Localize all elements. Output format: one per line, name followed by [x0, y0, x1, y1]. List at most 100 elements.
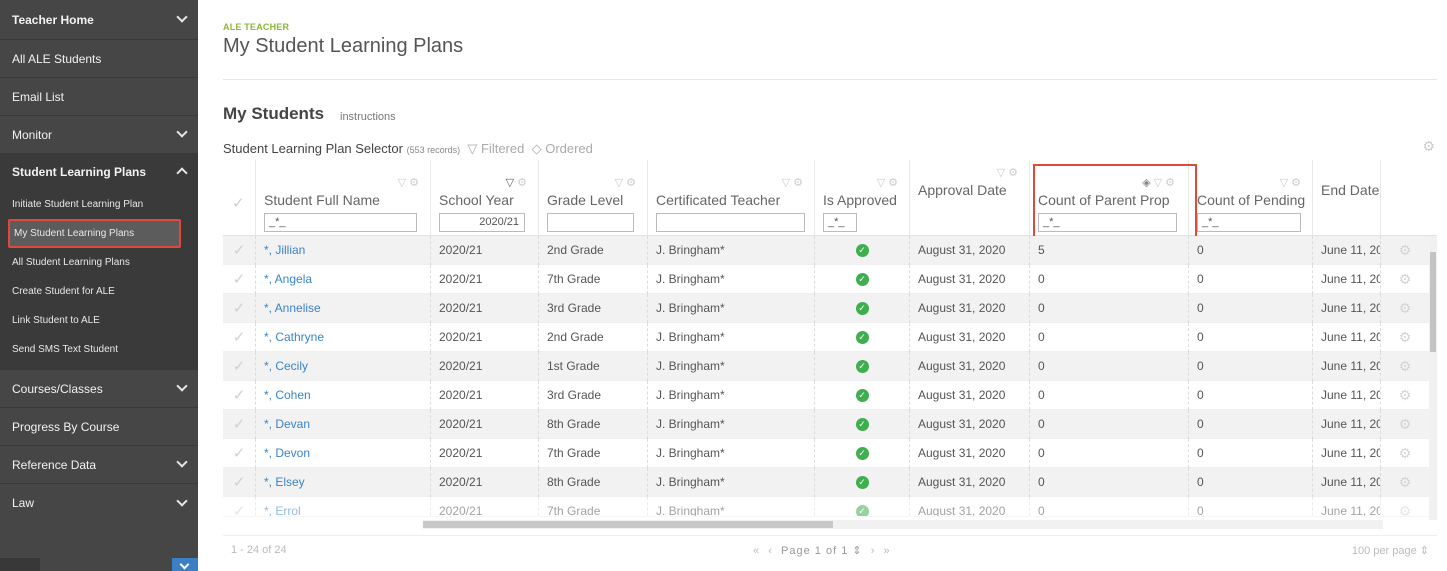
- row-gear[interactable]: ⚙: [1381, 236, 1429, 265]
- column-school-year[interactable]: ▽⚙ School Year 2020/21: [431, 160, 539, 236]
- table-row[interactable]: ✓ *, Jillian 2020/21 2nd Grade J. Bringham* ✓…: [223, 236, 1437, 265]
- nav-monitor[interactable]: Monitor: [0, 116, 198, 154]
- filter-gear-icons[interactable]: ▽⚙: [398, 176, 422, 189]
- column-is-approved[interactable]: ▽⚙ Is Approved _*_: [815, 160, 910, 236]
- student-name-link[interactable]: *, Errol: [256, 497, 431, 516]
- filter-gear-icons[interactable]: ▽⚙: [997, 166, 1021, 179]
- row-gear[interactable]: ⚙: [1381, 468, 1429, 497]
- row-gear[interactable]: ⚙: [1381, 294, 1429, 323]
- approved-check-icon: ✓: [855, 447, 869, 461]
- student-name-link[interactable]: *, Angela: [256, 265, 431, 294]
- select-checkbox[interactable]: ✓: [223, 323, 256, 352]
- column-student-full-name[interactable]: ▽⚙ Student Full Name _*_: [256, 160, 431, 236]
- student-name-link[interactable]: *, Cathryne: [256, 323, 431, 352]
- approved-cell: ✓: [815, 323, 910, 352]
- next-page-icon[interactable]: ›: [871, 545, 876, 557]
- select-checkbox[interactable]: ✓: [223, 439, 256, 468]
- table-row[interactable]: ✓ *, Devon 2020/21 7th Grade J. Bringham* ✓ Au…: [223, 439, 1437, 468]
- select-checkbox[interactable]: ✓: [223, 236, 256, 265]
- nav-reference-data[interactable]: Reference Data: [0, 446, 198, 484]
- table-row[interactable]: ✓ *, Cathryne 2020/21 2nd Grade J. Bringham*…: [223, 323, 1437, 352]
- filter-gear-icons[interactable]: ▽⚙: [1280, 176, 1304, 189]
- table-row[interactable]: ✓ *, Annelise 2020/21 3rd Grade J. Bringham*…: [223, 294, 1437, 323]
- table-row[interactable]: ✓ *, Cohen 2020/21 3rd Grade J. Bringham* ✓ Au…: [223, 381, 1437, 410]
- filter-input-grade[interactable]: [547, 213, 634, 232]
- column-approval-date[interactable]: ▽⚙ Approval Date: [910, 160, 1030, 236]
- row-gear[interactable]: ⚙: [1381, 265, 1429, 294]
- filter-gear-icons[interactable]: ▽⚙: [782, 176, 806, 189]
- ordered-toggle[interactable]: Ordered: [545, 141, 593, 156]
- filter-input-pending[interactable]: _*_: [1197, 213, 1301, 232]
- table-row[interactable]: ✓ *, Angela 2020/21 7th Grade J. Bringham* ✓ A…: [223, 265, 1437, 294]
- approved-cell: ✓: [815, 468, 910, 497]
- sub-item-my-learning-plans[interactable]: My Student Learning Plans: [8, 219, 181, 248]
- column-count-pending[interactable]: ▽⚙ Count of Pending _*_: [1189, 160, 1313, 236]
- checkmark-icon[interactable]: ✓: [232, 194, 245, 212]
- prev-page-icon[interactable]: ‹: [768, 545, 773, 557]
- student-name-link[interactable]: *, Elsey: [256, 468, 431, 497]
- instructions-link[interactable]: instructions: [340, 111, 396, 123]
- row-gear[interactable]: ⚙: [1381, 439, 1429, 468]
- approved-cell: ✓: [815, 294, 910, 323]
- table-row[interactable]: ✓ *, Elsey 2020/21 8th Grade J. Bringham* ✓ Au…: [223, 468, 1437, 497]
- row-gear[interactable]: ⚙: [1381, 381, 1429, 410]
- horizontal-scrollbar-thumb[interactable]: [423, 521, 833, 528]
- select-checkbox[interactable]: ✓: [223, 468, 256, 497]
- select-checkbox[interactable]: ✓: [223, 294, 256, 323]
- select-checkbox[interactable]: ✓: [223, 497, 256, 516]
- page-select[interactable]: Page 1 of 1: [781, 545, 848, 557]
- grade-level-cell: 8th Grade: [539, 468, 648, 497]
- sub-item-send-sms[interactable]: Send SMS Text Student: [0, 335, 198, 364]
- gear-icon[interactable]: ⚙: [1422, 138, 1435, 155]
- vertical-scrollbar-thumb[interactable]: [1430, 252, 1436, 352]
- end-date-cell: June 11, 2021: [1313, 265, 1381, 294]
- table-row[interactable]: ✓ *, Cecily 2020/21 1st Grade J. Bringham* ✓ A…: [223, 352, 1437, 381]
- student-name-link[interactable]: *, Annelise: [256, 294, 431, 323]
- column-end-date[interactable]: End Date: [1313, 160, 1381, 236]
- nav-email-list[interactable]: Email List: [0, 78, 198, 116]
- first-page-icon[interactable]: «: [753, 545, 760, 557]
- sub-item-all-learning-plans[interactable]: All Student Learning Plans: [0, 248, 198, 277]
- table-row[interactable]: ✓ *, Errol 2020/21 7th Grade J. Bringham* ✓ Au…: [223, 497, 1437, 517]
- sub-item-initiate-plan[interactable]: Initiate Student Learning Plan: [0, 190, 198, 219]
- collapse-sidebar-button[interactable]: [172, 558, 198, 571]
- nav-progress-by-course[interactable]: Progress By Course: [0, 408, 198, 446]
- nav-law[interactable]: Law: [0, 484, 198, 522]
- select-checkbox[interactable]: ✓: [223, 381, 256, 410]
- row-gear[interactable]: ⚙: [1381, 323, 1429, 352]
- per-page-select[interactable]: 100 per page ⇕: [1352, 544, 1429, 557]
- filter-input-name[interactable]: _*_: [264, 213, 417, 232]
- select-checkbox[interactable]: ✓: [223, 352, 256, 381]
- select-checkbox[interactable]: ✓: [223, 265, 256, 294]
- order-icon: ◇: [531, 141, 542, 156]
- column-grade-level[interactable]: ▽⚙ Grade Level: [539, 160, 648, 236]
- student-name-link[interactable]: *, Devan: [256, 410, 431, 439]
- filter-input-approved[interactable]: _*_: [823, 213, 857, 232]
- chevron-down-icon: [176, 380, 188, 392]
- teacher-cell: J. Bringham*: [648, 381, 815, 410]
- per-page-label: 100 per page: [1351, 545, 1417, 557]
- student-name-link[interactable]: *, Devon: [256, 439, 431, 468]
- filtered-toggle[interactable]: Filtered: [481, 141, 524, 156]
- student-name-link[interactable]: *, Jillian: [256, 236, 431, 265]
- column-certificated-teacher[interactable]: ▽⚙ Certificated Teacher: [648, 160, 815, 236]
- row-gear[interactable]: ⚙: [1381, 410, 1429, 439]
- student-name-link[interactable]: *, Cohen: [256, 381, 431, 410]
- last-page-icon[interactable]: »: [884, 545, 891, 557]
- nav-all-ale-students[interactable]: All ALE Students: [0, 40, 198, 78]
- filter-input-year[interactable]: 2020/21: [439, 213, 525, 232]
- select-checkbox[interactable]: ✓: [223, 410, 256, 439]
- row-gear[interactable]: ⚙: [1381, 497, 1429, 516]
- filter-active-icon[interactable]: ▽⚙: [506, 176, 530, 189]
- table-row[interactable]: ✓ *, Devan 2020/21 8th Grade J. Bringham* ✓ Au…: [223, 410, 1437, 439]
- nav-courses-classes[interactable]: Courses/Classes: [0, 370, 198, 408]
- sub-item-create-student[interactable]: Create Student for ALE: [0, 277, 198, 306]
- row-gear[interactable]: ⚙: [1381, 352, 1429, 381]
- student-name-link[interactable]: *, Cecily: [256, 352, 431, 381]
- nav-student-learning-plans[interactable]: Student Learning Plans: [0, 154, 198, 190]
- filter-input-teacher[interactable]: [656, 213, 805, 232]
- nav-teacher-home[interactable]: Teacher Home: [0, 0, 198, 40]
- sub-item-link-student[interactable]: Link Student to ALE: [0, 306, 198, 335]
- filter-gear-icons[interactable]: ▽⚙: [615, 176, 639, 189]
- filter-gear-icons[interactable]: ▽⚙: [877, 176, 901, 189]
